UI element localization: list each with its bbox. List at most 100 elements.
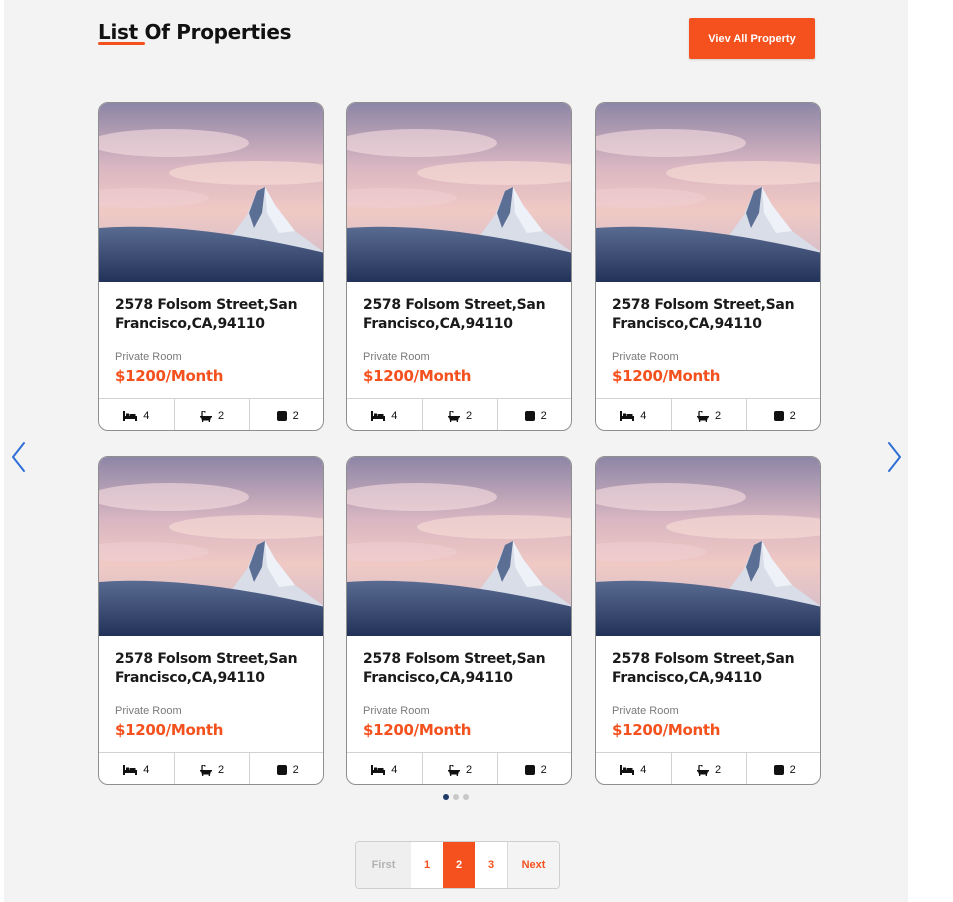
beds-count: 4 (143, 764, 150, 776)
property-photo (347, 103, 571, 282)
beds-count: 4 (391, 764, 398, 776)
property-features: 4 2 2 (596, 398, 820, 430)
property-type: Private Room (612, 705, 679, 717)
property-type: Private Room (115, 705, 182, 717)
view-all-property-button[interactable]: Viev All Property (689, 18, 815, 59)
property-price: $1200/Month (612, 367, 721, 385)
baths-count: 2 (465, 764, 473, 776)
baths-count: 2 (217, 764, 225, 776)
pagination-first-button[interactable]: First (356, 842, 411, 888)
beds-feature: 4 (99, 753, 174, 784)
area-count: 2 (540, 764, 547, 776)
pagination-page-3[interactable]: 3 (475, 842, 507, 888)
area-feature: 2 (497, 399, 571, 430)
beds-count: 4 (143, 410, 150, 422)
beds-feature: 4 (596, 753, 671, 784)
property-type: Private Room (363, 351, 430, 363)
area-feature: 2 (497, 753, 571, 784)
area-feature: 2 (249, 753, 323, 784)
beds-feature: 4 (347, 753, 422, 784)
area-feature: 2 (746, 753, 820, 784)
property-features: 4 2 2 (347, 398, 571, 430)
property-card[interactable]: 2578 Folsom Street,San Francisco,CA,9411… (595, 456, 821, 785)
property-price: $1200/Month (363, 721, 472, 739)
property-card[interactable]: 2578 Folsom Street,San Francisco,CA,9411… (346, 456, 572, 785)
property-price: $1200/Month (612, 721, 721, 739)
bathtub-icon (447, 410, 460, 422)
baths-count: 2 (714, 410, 722, 422)
bed-icon (123, 411, 138, 421)
property-type: Private Room (363, 705, 430, 717)
property-features: 4 2 2 (347, 752, 571, 784)
beds-feature: 4 (347, 399, 422, 430)
bathtub-icon (199, 764, 212, 776)
bed-icon (620, 411, 635, 421)
beds-feature: 4 (99, 399, 174, 430)
area-feature: 2 (249, 399, 323, 430)
property-card[interactable]: 2578 Folsom Street,San Francisco,CA,9411… (98, 102, 324, 431)
property-address: 2578 Folsom Street,San Francisco,CA,9411… (363, 651, 546, 686)
baths-feature: 2 (421, 399, 498, 430)
area-count: 2 (292, 764, 299, 776)
bed-icon (371, 411, 386, 421)
area-square-icon (524, 765, 535, 775)
beds-count: 4 (640, 764, 647, 776)
property-photo (596, 457, 820, 636)
carousel-dot[interactable] (453, 794, 459, 800)
property-address: 2578 Folsom Street,San Francisco,CA,9411… (115, 651, 298, 686)
area-count: 2 (789, 410, 796, 422)
area-feature: 2 (746, 399, 820, 430)
bathtub-icon (696, 410, 709, 422)
property-address: 2578 Folsom Street,San Francisco,CA,9411… (612, 297, 795, 332)
section-title: List Of Properties (98, 20, 292, 44)
property-address: 2578 Folsom Street,San Francisco,CA,9411… (363, 297, 546, 332)
bed-icon (371, 765, 386, 775)
property-price: $1200/Month (115, 721, 224, 739)
area-count: 2 (789, 764, 796, 776)
baths-count: 2 (465, 410, 473, 422)
bathtub-icon (447, 764, 460, 776)
carousel-dot[interactable] (463, 794, 469, 800)
baths-feature: 2 (670, 399, 747, 430)
area-square-icon (773, 411, 784, 421)
baths-count: 2 (714, 764, 722, 776)
property-card[interactable]: 2578 Folsom Street,San Francisco,CA,9411… (98, 456, 324, 785)
pagination-next-button[interactable]: Next (507, 842, 559, 888)
property-price: $1200/Month (363, 367, 472, 385)
property-photo (596, 103, 820, 282)
bathtub-icon (696, 764, 709, 776)
property-address: 2578 Folsom Street,San Francisco,CA,9411… (115, 297, 298, 332)
pagination-page-1[interactable]: 1 (411, 842, 443, 888)
carousel-dots (443, 794, 469, 800)
property-price: $1200/Month (115, 367, 224, 385)
property-features: 4 2 2 (596, 752, 820, 784)
area-count: 2 (540, 410, 547, 422)
pagination-page-2[interactable]: 2 (443, 842, 475, 888)
area-count: 2 (292, 410, 299, 422)
area-square-icon (524, 411, 535, 421)
chevron-right-icon[interactable] (884, 439, 904, 475)
property-photo (99, 103, 323, 282)
baths-feature: 2 (421, 753, 498, 784)
area-square-icon (276, 411, 287, 421)
chevron-left-icon[interactable] (9, 439, 29, 475)
property-type: Private Room (612, 351, 679, 363)
title-underline (98, 42, 145, 45)
area-square-icon (773, 765, 784, 775)
carousel-dot[interactable] (443, 794, 449, 800)
property-photo (347, 457, 571, 636)
baths-feature: 2 (173, 753, 250, 784)
pagination: First 1 2 3 Next (355, 841, 560, 889)
beds-feature: 4 (596, 399, 671, 430)
bathtub-icon (199, 410, 212, 422)
bed-icon (620, 765, 635, 775)
beds-count: 4 (640, 410, 647, 422)
property-type: Private Room (115, 351, 182, 363)
area-square-icon (276, 765, 287, 775)
property-features: 4 2 2 (99, 398, 323, 430)
baths-feature: 2 (173, 399, 250, 430)
property-card[interactable]: 2578 Folsom Street,San Francisco,CA,9411… (595, 102, 821, 431)
property-card[interactable]: 2578 Folsom Street,San Francisco,CA,9411… (346, 102, 572, 431)
beds-count: 4 (391, 410, 398, 422)
baths-feature: 2 (670, 753, 747, 784)
